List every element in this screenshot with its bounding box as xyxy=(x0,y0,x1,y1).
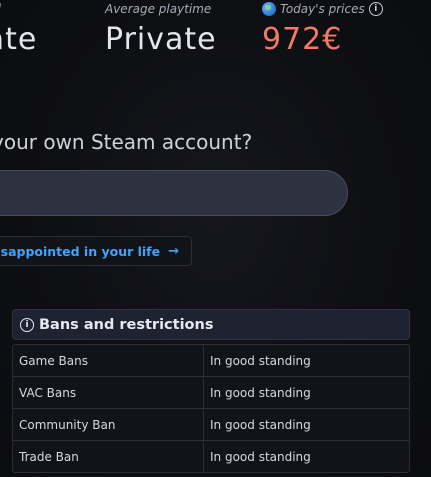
record-label: record xyxy=(0,2,1,16)
ban-type: Trade Ban xyxy=(13,441,204,472)
bans-title: Bans and restrictions xyxy=(39,316,214,333)
table-row: Trade Ban In good standing xyxy=(13,440,409,472)
ban-type: VAC Bans xyxy=(13,377,204,408)
steam-account-question: your own Steam account? xyxy=(0,130,253,154)
bans-panel: i Bans and restrictions Game Bans In goo… xyxy=(12,309,410,473)
ban-status: In good standing xyxy=(210,449,311,464)
link-button-label: disappointed in your life xyxy=(0,243,161,259)
todays-prices-label: Today's prices xyxy=(280,2,365,16)
table-row: Community Ban In good standing xyxy=(13,408,409,440)
record-value: vate xyxy=(0,22,38,57)
disappointed-link-button[interactable]: disappointed in your life → xyxy=(0,236,192,266)
table-row: Game Bans In good standing xyxy=(13,345,409,376)
ban-status: In good standing xyxy=(210,385,311,400)
ban-status: In good standing xyxy=(210,417,311,432)
table-row: VAC Bans In good standing xyxy=(13,376,409,408)
globe-icon xyxy=(262,2,276,16)
bans-table: Game Bans In good standing VAC Bans In g… xyxy=(12,344,410,473)
bans-header: i Bans and restrictions xyxy=(12,309,410,340)
arrow-right-icon: → xyxy=(168,243,179,259)
todays-prices-label-group: Today's prices i xyxy=(262,2,383,16)
ban-type: Game Bans xyxy=(13,345,204,376)
info-icon[interactable]: i xyxy=(368,2,383,16)
average-playtime-label: Average playtime xyxy=(105,2,212,16)
average-playtime-value: Private xyxy=(105,22,217,57)
info-icon: i xyxy=(20,317,34,332)
todays-prices-value: 972€ xyxy=(262,22,343,57)
ban-type: Community Ban xyxy=(13,409,204,440)
profile-stats-page: record vate Average playtime Private Tod… xyxy=(0,0,431,477)
steam-account-input[interactable] xyxy=(0,170,348,216)
ban-status: In good standing xyxy=(210,353,311,368)
